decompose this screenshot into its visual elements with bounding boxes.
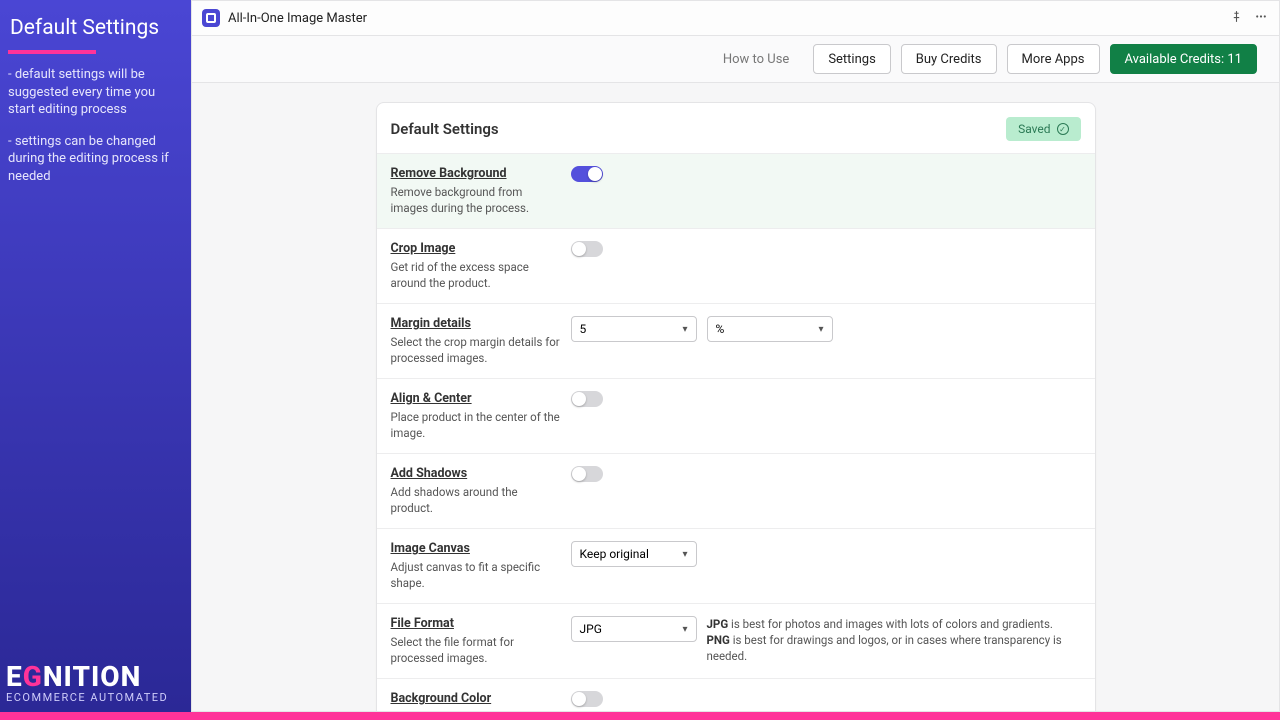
panel-header: Default Settings Saved ✓ — [377, 103, 1095, 153]
row-add-shadows: Add Shadows Add shadows around the produ… — [377, 453, 1095, 528]
titlebar: All-In-One Image Master — [192, 1, 1279, 36]
align-toggle[interactable] — [571, 391, 603, 407]
default-settings-panel: Default Settings Saved ✓ Remove Backgrou… — [376, 102, 1096, 711]
bgcolor-title[interactable]: Background Color — [391, 691, 561, 706]
canvas-title[interactable]: Image Canvas — [391, 541, 561, 556]
margin-value: 5 — [580, 322, 587, 336]
format-hint: JPG is best for photos and images with l… — [707, 616, 1081, 664]
bgcolor-desc: Add background to processed images. Enab… — [391, 710, 561, 711]
app-title: All-In-One Image Master — [228, 11, 367, 26]
titlebar-right — [1230, 10, 1269, 27]
jpg-label: JPG — [707, 617, 729, 631]
margin-unit-select[interactable]: % ▾ — [707, 316, 833, 342]
check-icon: ✓ — [1057, 123, 1069, 135]
help-sidebar: Default Settings - default settings will… — [0, 0, 191, 712]
png-hint: is best for drawings and logos, or in ca… — [707, 633, 1062, 663]
settings-button[interactable]: Settings — [813, 44, 890, 74]
chevron-down-icon: ▾ — [682, 624, 687, 635]
titlebar-left: All-In-One Image Master — [202, 9, 367, 27]
saved-indicator: Saved ✓ — [1006, 117, 1080, 141]
buy-credits-button[interactable]: Buy Credits — [901, 44, 997, 74]
row-margin-details: Margin details Select the crop margin de… — [377, 303, 1095, 378]
row-align-center: Align & Center Place product in the cent… — [377, 378, 1095, 453]
brand-block: EGNITION ECOMMERCE AUTOMATED — [6, 660, 168, 704]
jpg-hint: is best for photos and images with lots … — [728, 617, 1053, 631]
png-label: PNG — [707, 633, 730, 647]
remove-bg-desc: Remove background from images during the… — [391, 185, 561, 216]
format-desc: Select the file format for processed ima… — [391, 635, 561, 666]
how-to-use-button[interactable]: How to Use — [709, 44, 803, 74]
sidebar-note-2: - settings can be changed during the edi… — [8, 133, 183, 186]
saved-label: Saved — [1018, 122, 1050, 136]
bottom-accent-bar — [0, 712, 1280, 720]
row-crop-image: Crop Image Get rid of the excess space a… — [377, 228, 1095, 303]
brand-tagline: ECOMMERCE AUTOMATED — [6, 691, 168, 704]
shadows-title[interactable]: Add Shadows — [391, 466, 561, 481]
crop-desc: Get rid of the excess space around the p… — [391, 260, 561, 291]
row-remove-background: Remove Background Remove background from… — [377, 153, 1095, 228]
brand-logo: EGNITION — [6, 660, 168, 693]
chevron-down-icon: ▾ — [682, 324, 687, 335]
pin-icon[interactable] — [1230, 10, 1243, 27]
app-icon — [202, 9, 220, 27]
canvas-desc: Adjust canvas to fit a specific shape. — [391, 560, 561, 591]
bgcolor-toggle[interactable] — [571, 691, 603, 707]
sidebar-title: Default Settings — [8, 16, 183, 40]
margin-unit: % — [716, 322, 725, 336]
more-icon[interactable] — [1253, 10, 1269, 27]
chevron-down-icon: ▾ — [682, 549, 687, 560]
main-area: All-In-One Image Master How to Use Setti… — [191, 0, 1280, 712]
align-desc: Place product in the center of the image… — [391, 410, 561, 441]
margin-desc: Select the crop margin details for proce… — [391, 335, 561, 366]
margin-value-select[interactable]: 5 ▾ — [571, 316, 697, 342]
row-background-color: Background Color Add background to proce… — [377, 678, 1095, 711]
content-scroll[interactable]: Default Settings Saved ✓ Remove Backgrou… — [192, 84, 1279, 711]
format-value: JPG — [580, 622, 602, 636]
sidebar-underline — [8, 50, 96, 54]
crop-title[interactable]: Crop Image — [391, 241, 561, 256]
remove-bg-title[interactable]: Remove Background — [391, 166, 561, 181]
shadows-desc: Add shadows around the product. — [391, 485, 561, 516]
row-image-canvas: Image Canvas Adjust canvas to fit a spec… — [377, 528, 1095, 603]
format-title[interactable]: File Format — [391, 616, 561, 631]
align-title[interactable]: Align & Center — [391, 391, 561, 406]
margin-title[interactable]: Margin details — [391, 316, 561, 331]
chevron-down-icon: ▾ — [818, 324, 823, 335]
available-credits-button[interactable]: Available Credits: 11 — [1110, 44, 1258, 74]
shadows-toggle[interactable] — [571, 466, 603, 482]
sidebar-note-1: - default settings will be suggested eve… — [8, 66, 183, 119]
toolbar: How to Use Settings Buy Credits More App… — [192, 36, 1279, 83]
row-file-format: File Format Select the file format for p… — [377, 603, 1095, 678]
canvas-value: Keep original — [580, 547, 649, 561]
canvas-select[interactable]: Keep original ▾ — [571, 541, 697, 567]
more-apps-button[interactable]: More Apps — [1007, 44, 1100, 74]
crop-toggle[interactable] — [571, 241, 603, 257]
panel-title: Default Settings — [391, 120, 499, 138]
format-select[interactable]: JPG ▾ — [571, 616, 697, 642]
remove-bg-toggle[interactable] — [571, 166, 603, 182]
